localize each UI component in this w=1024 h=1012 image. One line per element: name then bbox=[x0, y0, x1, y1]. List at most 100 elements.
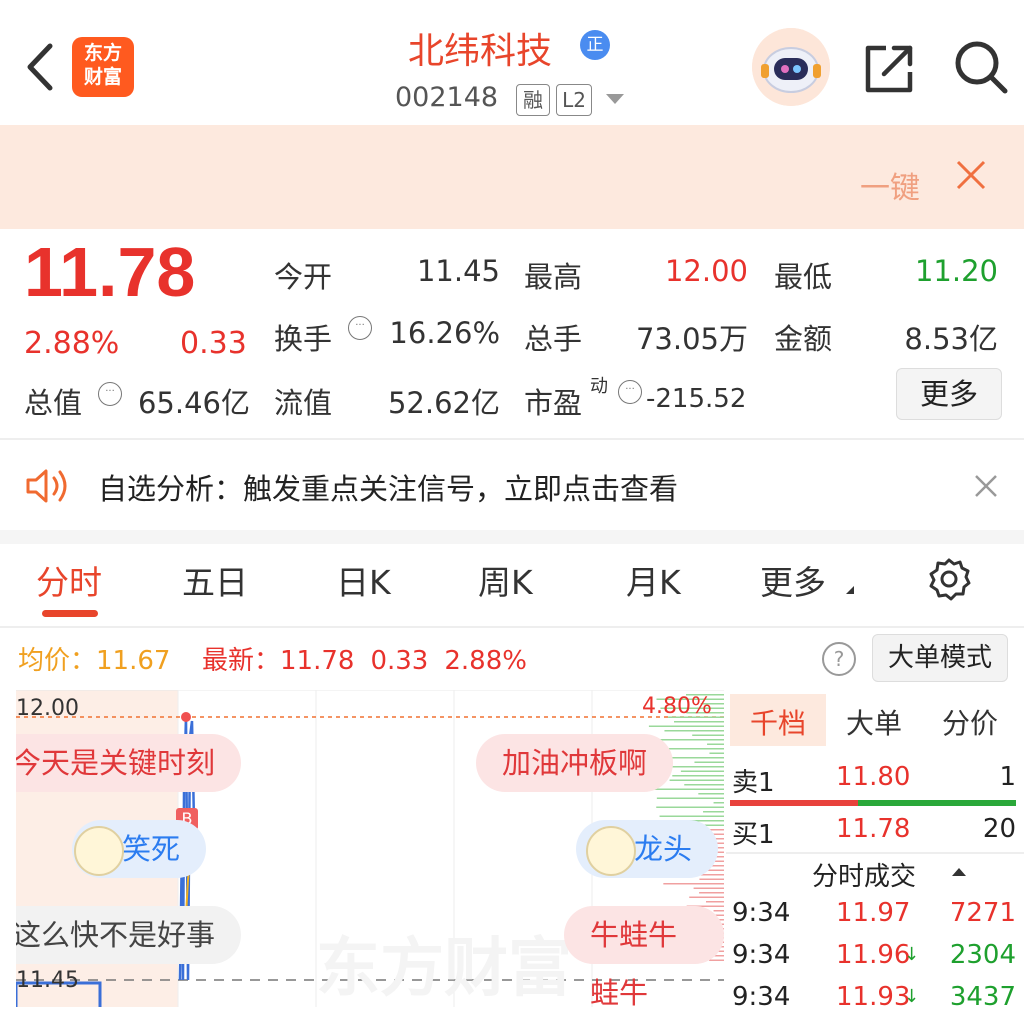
depth-bar bbox=[694, 761, 724, 763]
sell1-price: 11.80 bbox=[836, 762, 911, 792]
buy1-price: 11.78 bbox=[836, 814, 911, 844]
depth-bar bbox=[663, 883, 724, 885]
alert-message[interactable]: 自选分析：触发重点关注信号，立即点击查看 bbox=[98, 466, 678, 508]
tick-time: 9:34 bbox=[732, 940, 791, 970]
logo-line2: 财富 bbox=[83, 66, 122, 88]
depth-bar bbox=[689, 896, 724, 898]
stock-name[interactable]: 北纬科技 bbox=[408, 22, 552, 74]
comment-bubble[interactable]: 这么快不是好事 bbox=[16, 906, 242, 964]
tick-volume: 7271 bbox=[949, 898, 1016, 928]
amount-label: 金额 bbox=[774, 322, 833, 356]
tab-price-dist[interactable]: 分价 bbox=[942, 702, 998, 742]
depth-bar bbox=[709, 752, 724, 754]
depth-bar bbox=[658, 739, 724, 741]
depth-bar bbox=[706, 901, 724, 903]
pe-superscript: 动 bbox=[590, 376, 608, 397]
collapse-caret-icon[interactable] bbox=[952, 868, 966, 876]
float-cap-label: 流值 bbox=[274, 386, 333, 420]
app-logo[interactable]: 东方 财富 bbox=[72, 37, 134, 97]
y-top-pct: 4.80% bbox=[642, 694, 712, 719]
help-icon[interactable]: ? bbox=[822, 642, 856, 676]
amount-value: 8.53亿 bbox=[904, 322, 998, 356]
comment-bubble[interactable]: 牛蛙牛蛙牛 bbox=[564, 906, 724, 1007]
depth-bar bbox=[674, 721, 724, 723]
y-open-label: 11.45 bbox=[16, 968, 79, 993]
info-dots-icon[interactable]: ··· bbox=[618, 380, 642, 404]
buy1-label: 买1 bbox=[732, 820, 775, 850]
tab-five-day[interactable]: 五日 bbox=[182, 556, 248, 604]
active-tab-indicator bbox=[42, 610, 98, 617]
close-icon[interactable] bbox=[972, 472, 1000, 500]
change-amount: 0.33 bbox=[180, 326, 247, 361]
sell1-volume: 1 bbox=[999, 762, 1016, 792]
margin-tag: 融 bbox=[516, 84, 550, 116]
gear-icon[interactable] bbox=[926, 556, 972, 602]
depth-bar bbox=[713, 910, 724, 912]
info-dots-icon[interactable]: ··· bbox=[98, 382, 122, 406]
close-icon[interactable] bbox=[954, 158, 988, 192]
tab-more[interactable]: 更多 bbox=[760, 556, 826, 604]
latest-change: 0.33 bbox=[370, 646, 429, 676]
depth-bar bbox=[709, 959, 724, 961]
comment-bubble[interactable]: 今天是关键时刻 bbox=[16, 734, 242, 792]
pe-value: -215.52 bbox=[646, 384, 747, 414]
chevron-down-icon[interactable] bbox=[606, 94, 624, 104]
depth-bar bbox=[672, 775, 724, 777]
depth-bar bbox=[703, 811, 724, 813]
rabbit-avatar-icon bbox=[586, 826, 636, 876]
tick-volume: 3437 bbox=[949, 982, 1016, 1012]
comment-bubble[interactable]: 加油冲板啊 bbox=[476, 734, 674, 792]
high-point-marker bbox=[181, 712, 191, 722]
sell1-label: 卖1 bbox=[732, 768, 775, 798]
tab-weekly-k[interactable]: 周K bbox=[478, 556, 533, 604]
tab-intraday[interactable]: 分时 bbox=[36, 556, 102, 604]
volume-label: 总手 bbox=[524, 322, 583, 356]
stock-code: 002148 bbox=[395, 82, 499, 113]
share-icon[interactable] bbox=[862, 42, 916, 96]
search-icon[interactable] bbox=[952, 38, 1010, 96]
depth-bar bbox=[692, 734, 724, 736]
depth-bar bbox=[699, 878, 724, 880]
robot-assistant-icon[interactable] bbox=[752, 28, 830, 106]
turnover-label: 换手 bbox=[274, 322, 333, 356]
volume-value: 73.05万 bbox=[635, 322, 748, 356]
badge-icon: 正 bbox=[580, 30, 610, 60]
latest-price: 最新：11.78 0.33 2.88% bbox=[202, 640, 527, 677]
depth-bar bbox=[684, 784, 724, 786]
high-label: 最高 bbox=[524, 260, 583, 294]
tab-daily-k[interactable]: 日K bbox=[336, 556, 391, 604]
depth-bar bbox=[698, 793, 724, 795]
depth-bar bbox=[664, 730, 724, 732]
tab-big-orders[interactable]: 大单 bbox=[846, 702, 902, 742]
tab-order-levels[interactable]: 千档 bbox=[750, 702, 806, 742]
float-cap-value: 52.62亿 bbox=[387, 386, 500, 420]
rabbit-avatar-icon bbox=[74, 826, 124, 876]
more-button[interactable]: 更多 bbox=[896, 368, 1002, 420]
back-arrow-icon[interactable] bbox=[22, 40, 58, 94]
top-header: 东方 财富 北纬科技 正 002148 融 L2 bbox=[0, 0, 1024, 125]
y-top-label: 12.00 bbox=[16, 696, 79, 721]
avg-value: 11.67 bbox=[96, 646, 171, 676]
down-arrow-icon: ↓ bbox=[904, 986, 920, 1007]
tick-price: 11.97 bbox=[836, 898, 911, 928]
avg-label: 均价： bbox=[18, 646, 97, 676]
latest-pct: 2.88% bbox=[444, 646, 527, 676]
ticks-title[interactable]: 分时成交 bbox=[812, 856, 916, 893]
divider bbox=[726, 852, 1024, 854]
tick-time: 9:34 bbox=[732, 898, 791, 928]
intraday-chart[interactable]: 东方财富 12.00 4.80% 11.45 B 今天是关键时刻 加油冲板啊 笑… bbox=[16, 690, 724, 1007]
tab-monthly-k[interactable]: 月K bbox=[626, 556, 681, 604]
tick-time: 9:34 bbox=[732, 982, 791, 1012]
current-price: 11.78 bbox=[24, 233, 196, 311]
tick-price: 11.93 bbox=[836, 982, 911, 1012]
big-order-mode-button[interactable]: 大单模式 bbox=[872, 634, 1008, 682]
tick-volume: 2304 bbox=[949, 940, 1016, 970]
depth-bar bbox=[659, 815, 724, 817]
bubble-text: 龙头 bbox=[634, 832, 693, 866]
depth-bar bbox=[699, 892, 724, 894]
speaker-icon bbox=[26, 469, 67, 503]
info-dots-icon[interactable]: ··· bbox=[348, 316, 372, 340]
bubble-text: 笑死 bbox=[122, 832, 181, 866]
promo-banner[interactable]: 一键 bbox=[0, 125, 1024, 229]
low-label: 最低 bbox=[774, 260, 833, 294]
